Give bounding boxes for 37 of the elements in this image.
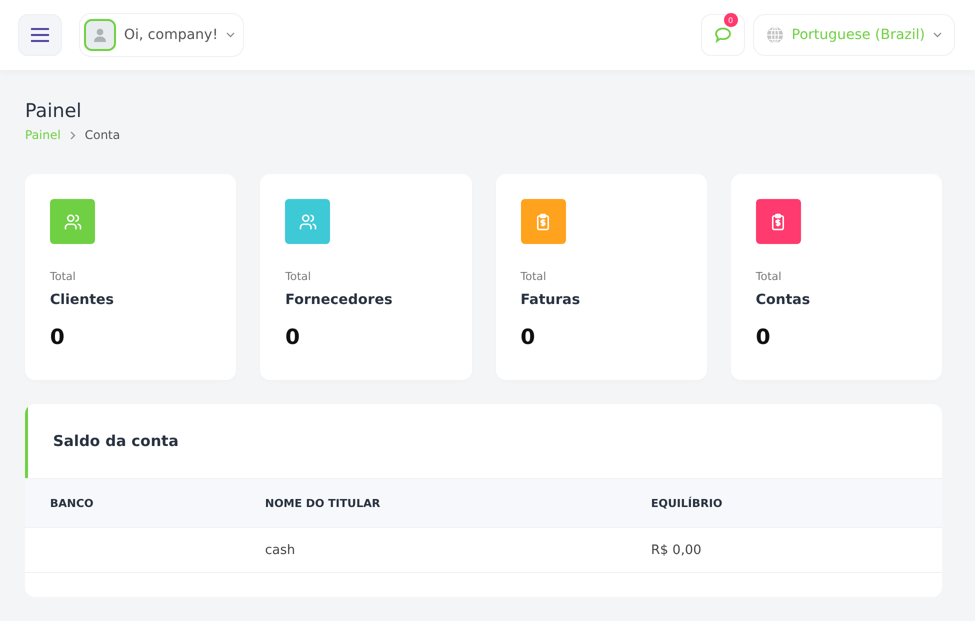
greeting-text: Oi, company! xyxy=(124,27,218,43)
chat-button[interactable]: 0 xyxy=(700,14,745,56)
caret-icon xyxy=(933,32,942,38)
notification-badge: 0 xyxy=(724,13,738,27)
column-header: NOME DO TITULAR xyxy=(265,496,382,510)
stat-caption: Total xyxy=(520,270,548,283)
chat-icon xyxy=(714,27,732,43)
menu-button[interactable] xyxy=(18,14,62,56)
avatar-icon xyxy=(84,19,116,51)
stat-value: 0 xyxy=(520,325,536,349)
breadcrumb-item[interactable]: Painel xyxy=(25,128,61,142)
stat-title: Faturas xyxy=(520,292,582,308)
caret-icon xyxy=(226,32,235,38)
globe-icon xyxy=(766,26,784,44)
column-header: EQUILÍBRIO xyxy=(651,496,724,510)
stat-value: 0 xyxy=(50,325,66,349)
users-icon xyxy=(298,212,317,230)
stat-value: 0 xyxy=(756,325,772,349)
table-cell-text: R$ 0,00 xyxy=(651,542,702,558)
language-select[interactable]: Portuguese (Brazil) xyxy=(752,14,955,56)
menu-icon xyxy=(31,28,49,42)
breadcrumb-item: Conta xyxy=(84,128,120,142)
column-header: BANCO xyxy=(50,496,95,510)
page-title: Painel xyxy=(25,100,83,122)
chevron-icon xyxy=(70,130,76,140)
stat-title: Contas xyxy=(756,292,812,308)
stat-title: Clientes xyxy=(50,292,115,308)
stat-caption: Total xyxy=(756,270,782,283)
stat-caption: Total xyxy=(285,270,312,283)
user-menu[interactable]: Oi, company! xyxy=(79,13,244,57)
stat-title: Fornecedores xyxy=(285,292,394,308)
panel-title: Saldo da conta xyxy=(53,432,179,450)
table-cell-text: cash xyxy=(265,542,296,558)
users-icon xyxy=(64,212,82,230)
stat-caption: Total xyxy=(50,270,77,283)
clipboard-icon xyxy=(534,212,552,230)
stat-value: 0 xyxy=(285,325,301,349)
